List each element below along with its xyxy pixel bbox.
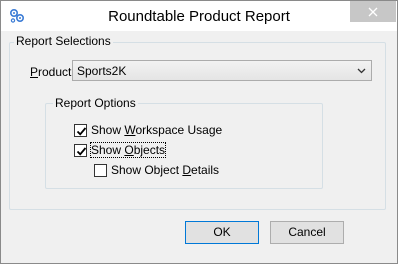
show-objects-label: Show Objects: [89, 142, 167, 158]
show-objects-checkbox[interactable]: Show Objects: [74, 142, 174, 159]
checkbox-box[interactable]: [94, 164, 107, 177]
checkbox-box[interactable]: [74, 124, 87, 137]
checkbox-box[interactable]: [74, 144, 87, 157]
show-workspace-usage-label: Show Workspace Usage: [91, 123, 223, 137]
product-label-text: roduct:: [38, 65, 75, 79]
show-object-details-label: Show Object Details: [111, 163, 220, 177]
close-icon: [368, 7, 378, 17]
checkmark-icon: [76, 127, 87, 136]
chevron-down-icon: [357, 68, 366, 74]
dialog-body: Report Selections Product: Sports2K Repo…: [1, 31, 397, 263]
title-bar[interactable]: Roundtable Product Report: [1, 1, 397, 31]
checkmark-icon: [76, 147, 87, 156]
product-label: Product:: [30, 65, 75, 79]
cancel-button[interactable]: Cancel: [270, 221, 344, 244]
show-object-details-checkbox[interactable]: Show Object Details: [94, 163, 224, 179]
report-selections-label: Report Selections: [14, 34, 113, 48]
product-label-mnemonic: P: [30, 65, 39, 79]
show-workspace-usage-checkbox[interactable]: Show Workspace Usage: [74, 123, 254, 139]
ok-button[interactable]: OK: [185, 221, 259, 244]
report-options-label: Report Options: [53, 96, 138, 110]
report-dialog: Roundtable Product Report Report Selecti…: [0, 0, 398, 264]
close-button[interactable]: [350, 1, 396, 22]
product-combobox-value: Sports2K: [77, 64, 127, 78]
window-title: Roundtable Product Report: [108, 8, 290, 25]
product-combobox[interactable]: Sports2K: [72, 60, 372, 81]
